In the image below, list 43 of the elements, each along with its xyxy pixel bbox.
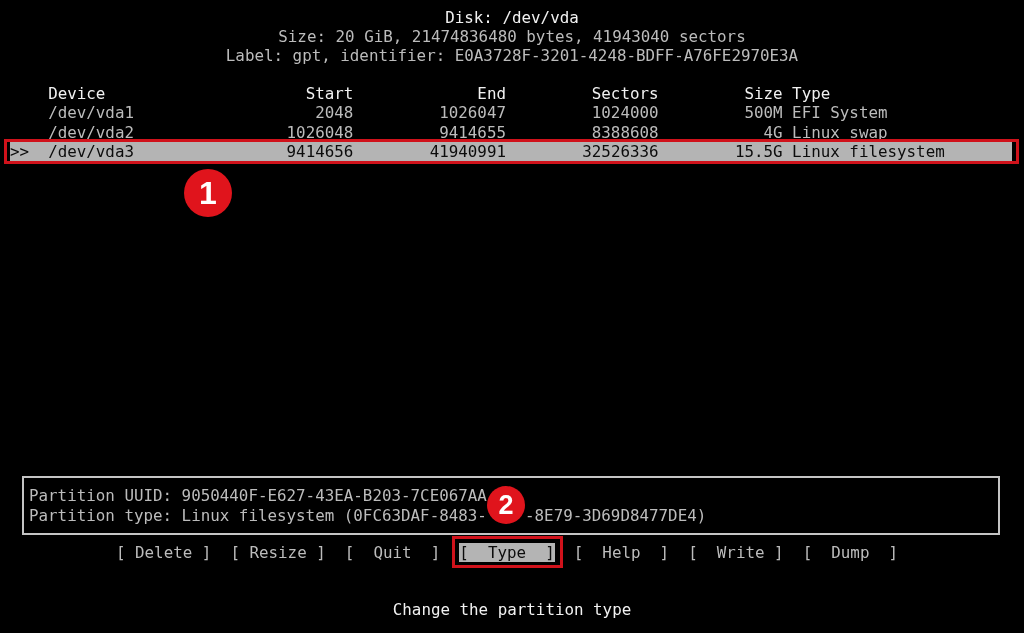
table-cell-text: EFI System <box>791 103 889 123</box>
disk-title: Disk: /dev/vda <box>444 8 580 28</box>
table-cell-text: 1024000 <box>590 103 659 123</box>
column-header: End <box>476 84 506 104</box>
menu-action[interactable]: [ Resize ] <box>230 542 326 562</box>
table-cell-text: 4G <box>762 122 783 142</box>
table-cell-text: 1026048 <box>285 122 354 142</box>
table-cell-text: 15.5G <box>733 141 783 161</box>
table-cell-text: 1026047 <box>438 103 506 123</box>
table-cell-text: 41940991 <box>428 141 506 161</box>
table-cell-text: 2048 <box>314 103 354 123</box>
info-text: Partition UUID: 9050440F-E627-43EA-B203-7CE067AA <box>29 486 487 506</box>
column-header: Start <box>304 84 354 104</box>
table-row[interactable]: /dev/vda1 2048 1026047 1024000 500M EFI System <box>10 103 1012 123</box>
menu-action[interactable]: [ Delete ] <box>115 542 212 562</box>
table-cell-text: 8388608 <box>590 122 659 142</box>
menu-action[interactable]: [ Type ] <box>459 542 555 562</box>
status-hint: Change the partition type <box>391 600 633 620</box>
table-cell-text: 9414655 <box>438 122 506 142</box>
menu-action[interactable]: [ Write ] <box>688 542 784 562</box>
table-cell-text: 32526336 <box>581 141 659 161</box>
disk-label-text: Label: gpt, identifier: E0A3728F-3201-4248-BDFF-A76FE2970E3A <box>224 46 800 66</box>
info-text: Partition type: Linux filesystem (0FC63DAF-8483- <box>29 505 487 525</box>
table-cell-text: Linux filesystem <box>791 141 946 161</box>
table-cell-text: Linux swap <box>791 122 889 142</box>
table-cell-text: 9414656 <box>285 141 354 161</box>
menu-action[interactable]: [ Quit ] <box>344 542 441 562</box>
info-text: -8E79-3D69D8477DE4) <box>525 505 707 525</box>
table-cell-text: 500M <box>743 103 783 123</box>
table-cell-text: /dev/vda2 <box>48 122 135 142</box>
column-header: Sectors <box>590 84 659 104</box>
table-cell-text: /dev/vda3 <box>48 141 135 161</box>
menu-action[interactable]: [ Dump ] <box>802 542 899 562</box>
column-header: Type <box>791 84 832 104</box>
step-badge: 2 <box>487 485 525 524</box>
disk-size-text: Size: 20 GiB, 21474836480 bytes, 41943040 sectors <box>277 27 747 47</box>
table-cell-text: /dev/vda1 <box>48 103 135 123</box>
column-header: Device <box>48 84 107 104</box>
row-cursor: >> <box>10 141 31 161</box>
menu-action[interactable]: [ Help ] <box>573 542 670 562</box>
table-row[interactable]: /dev/vda2 1026048 9414655 8388608 4G Linux swap <box>10 122 1012 142</box>
column-header: Size <box>743 84 783 104</box>
step-badge: 1 <box>184 168 232 217</box>
